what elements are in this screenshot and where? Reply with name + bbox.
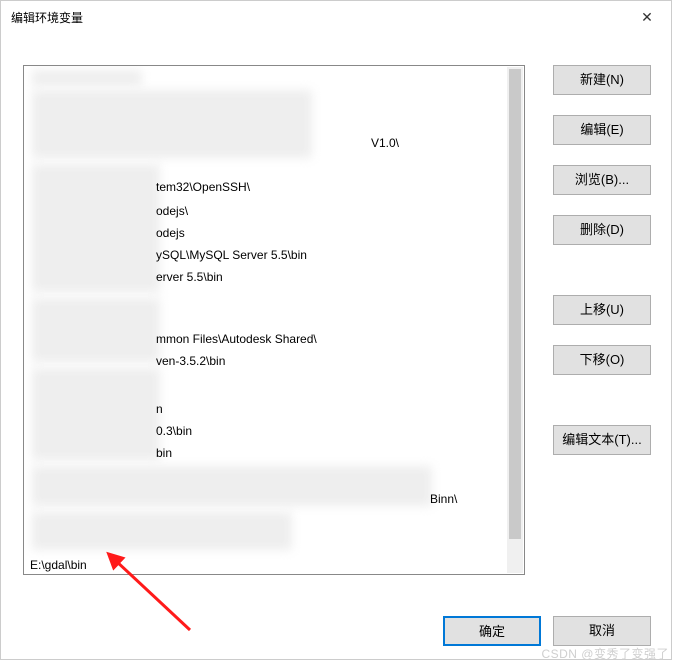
scrollbar-vertical[interactable] <box>507 67 523 573</box>
moveup-button[interactable]: 上移(U) <box>553 295 651 325</box>
list-fragment: erver 5.5\bin <box>156 266 223 288</box>
redacted-region <box>32 70 142 86</box>
close-icon[interactable]: ✕ <box>633 9 661 26</box>
list-fragment: mmon Files\Autodesk Shared\ <box>156 328 317 350</box>
redacted-region <box>32 368 160 460</box>
cancel-button[interactable]: 取消 <box>553 616 651 646</box>
list-fragment: odejs <box>156 222 185 244</box>
list-fragment: ySQL\MySQL Server 5.5\bin <box>156 244 307 266</box>
list-content: V1.0\ tem32\OpenSSH\ odejs\ odejs ySQL\M… <box>26 68 506 572</box>
list-fragment: n <box>156 398 163 420</box>
scrollbar-thumb[interactable] <box>509 69 521 539</box>
edit-text-button[interactable]: 编辑文本(T)... <box>553 425 651 455</box>
movedown-button[interactable]: 下移(O) <box>553 345 651 375</box>
redacted-region <box>32 164 160 292</box>
client-area: V1.0\ tem32\OpenSSH\ odejs\ odejs ySQL\M… <box>1 33 671 659</box>
window-title: 编辑环境变量 <box>11 9 83 26</box>
list-fragment: tem32\OpenSSH\ <box>156 176 250 198</box>
delete-button[interactable]: 删除(D) <box>553 215 651 245</box>
edit-button[interactable]: 编辑(E) <box>553 115 651 145</box>
redacted-region <box>32 298 160 362</box>
ok-button[interactable]: 确定 <box>443 616 541 646</box>
redacted-region <box>32 512 292 550</box>
new-button[interactable]: 新建(N) <box>553 65 651 95</box>
list-fragment: Binn\ <box>430 488 457 510</box>
list-fragment: 0.3\bin <box>156 420 192 442</box>
list-fragment: ven-3.5.2\bin <box>156 350 225 372</box>
list-fragment: bin <box>156 442 172 464</box>
list-item-last[interactable]: E:\gdal\bin <box>30 554 87 575</box>
dialog-window: 编辑环境变量 ✕ V1.0\ tem32\OpenSSH\ odejs\ ode… <box>0 0 672 660</box>
list-fragment: odejs\ <box>156 200 188 222</box>
redacted-region <box>32 466 432 506</box>
titlebar: 编辑环境变量 ✕ <box>1 1 671 33</box>
redacted-region <box>32 90 312 158</box>
list-fragment: V1.0\ <box>371 132 399 154</box>
path-listbox[interactable]: V1.0\ tem32\OpenSSH\ odejs\ odejs ySQL\M… <box>23 65 525 575</box>
browse-button[interactable]: 浏览(B)... <box>553 165 651 195</box>
